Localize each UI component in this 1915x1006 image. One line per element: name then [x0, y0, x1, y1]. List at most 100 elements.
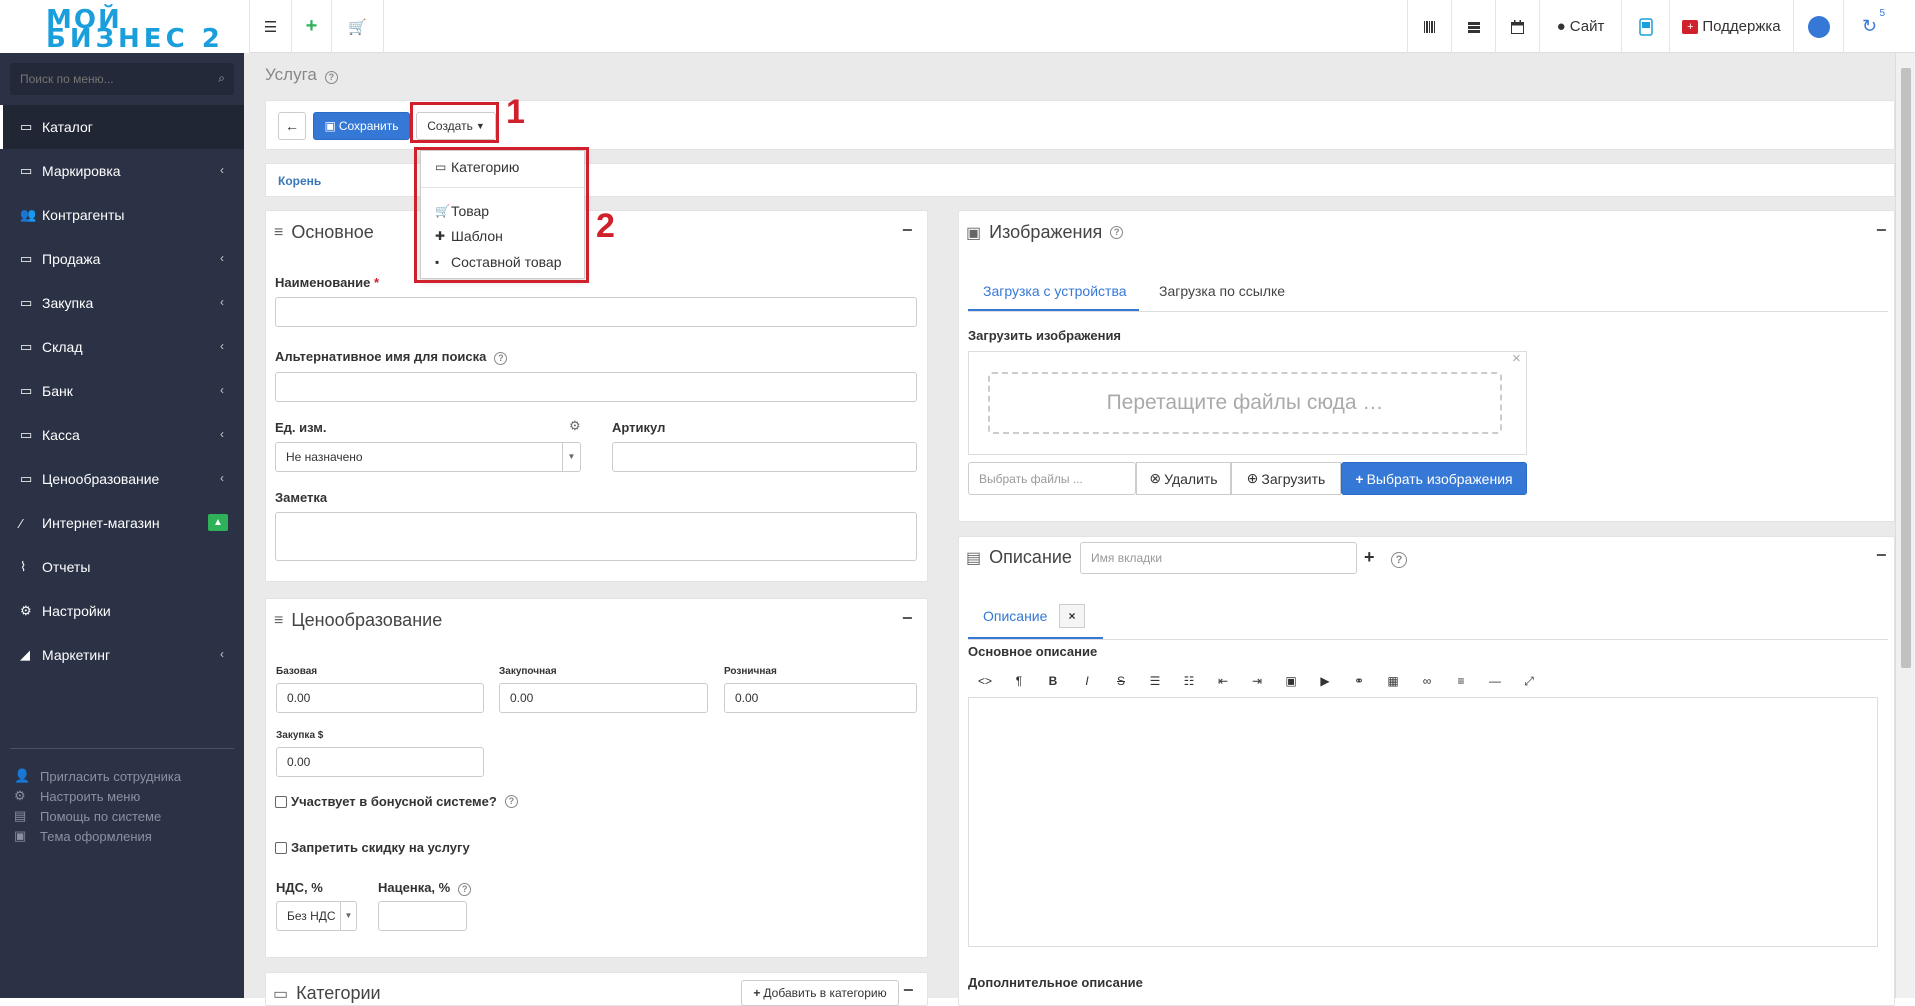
calendar-icon[interactable] [1495, 0, 1539, 53]
sidebar-search[interactable]: ⌕ [10, 63, 234, 95]
sidebar-item-purchase[interactable]: ▭ Закупка ‹ [0, 281, 244, 325]
add-to-category-button[interactable]: + Добавить в категорию [741, 980, 899, 1006]
base-price-input[interactable]: 0.00 [276, 683, 484, 713]
indent-icon[interactable]: ⇥ [1240, 674, 1274, 688]
configure-menu-link[interactable]: ⚙ Настроить меню [14, 786, 181, 806]
cart-icon[interactable]: 🛒 [332, 0, 384, 53]
sidebar-item-cash[interactable]: ▭ Касса ‹ [0, 413, 244, 457]
add-tab-icon[interactable]: + [1364, 547, 1375, 568]
markup-input[interactable] [378, 901, 467, 931]
scrollbar-thumb[interactable] [1901, 68, 1911, 668]
bonus-checkbox-row[interactable]: Участвует в бонусной системе?? [275, 794, 518, 809]
purchase-usd-input[interactable]: 0.00 [276, 747, 484, 777]
breadcrumb-root[interactable]: Корень [278, 174, 321, 188]
strikethrough-icon[interactable]: S [1104, 674, 1138, 688]
sidebar-item-bank[interactable]: ▭ Банк ‹ [0, 369, 244, 413]
horizontal-rule-icon[interactable]: — [1478, 674, 1512, 688]
site-link[interactable]: ● Сайт [1539, 0, 1621, 53]
sidebar-item-warehouse[interactable]: ▭ Склад ‹ [0, 325, 244, 369]
retail-price-input[interactable]: 0.00 [724, 683, 917, 713]
collapse-icon[interactable]: − [1876, 545, 1887, 566]
collapse-icon[interactable]: − [903, 980, 914, 1001]
sidebar-search-input[interactable] [10, 63, 234, 95]
fullscreen-icon[interactable]: ⤢ [1512, 674, 1546, 689]
insert-image-icon[interactable]: ▣ [1274, 674, 1308, 688]
tab-upload-device[interactable]: Загрузка с устройства [983, 283, 1127, 299]
alt-name-input[interactable] [275, 372, 917, 402]
server-icon[interactable] [1451, 0, 1495, 53]
sidebar-item-sales[interactable]: ▭ Продажа ‹ [0, 237, 244, 281]
notifications-button[interactable]: ↻ 5 [1843, 0, 1895, 53]
sidebar-item-marking[interactable]: ▭ Маркировка ‹ [0, 149, 244, 193]
sidebar-item-contractors[interactable]: 👥 Контрагенты [0, 193, 244, 237]
tab-upload-link[interactable]: Загрузка по ссылке [1159, 283, 1285, 299]
help-icon[interactable]: ? [504, 795, 518, 808]
back-button[interactable]: ← [278, 112, 306, 140]
upload-button[interactable]: ⊕ Загрузить [1231, 462, 1341, 495]
paragraph-icon[interactable]: ¶ [1002, 674, 1036, 688]
sidebar-item-pricing[interactable]: ▭ Ценообразование ‹ [0, 457, 244, 501]
user-icon [1807, 15, 1830, 38]
sidebar-item-eshop[interactable]: ⁄ Интернет-магазин ▲ [0, 501, 244, 545]
invite-employee-link[interactable]: 👤 Пригласить сотрудника [14, 766, 181, 786]
choose-images-button[interactable]: + Выбрать изображения [1341, 462, 1527, 495]
sidebar-item-label: Маркировка [42, 163, 121, 179]
barcode-icon[interactable] [1407, 0, 1451, 53]
help-icon[interactable]: ? [1110, 226, 1124, 239]
theme-link[interactable]: ▣ Тема оформления [14, 826, 181, 846]
choose-files-input[interactable]: Выбрать файлы ... [968, 462, 1136, 495]
align-icon[interactable]: ≡ [1444, 674, 1478, 688]
delete-button[interactable]: ⊗ Удалить [1136, 462, 1231, 495]
collapse-icon[interactable]: − [1876, 220, 1887, 241]
insert-video-icon[interactable]: ▶ [1308, 674, 1342, 688]
plus-icon[interactable]: + [292, 0, 332, 53]
help-icon[interactable]: ? [324, 71, 338, 84]
note-textarea[interactable] [275, 512, 917, 561]
hamburger-icon[interactable]: ☰ [250, 0, 292, 53]
numbered-list-icon[interactable]: ☷ [1172, 674, 1206, 688]
support-link[interactable]: + Поддержка [1669, 0, 1793, 53]
user-avatar[interactable] [1793, 0, 1843, 53]
unit-select[interactable]: Не назначено ▼ [275, 442, 581, 472]
bold-icon[interactable]: B [1036, 674, 1070, 688]
vat-select[interactable]: Без НДС ▼ [276, 901, 357, 931]
logo[interactable]: МОЙ БИЗНЕС 2 [0, 0, 250, 54]
code-view-icon[interactable]: <> [968, 674, 1002, 688]
tab-name-input[interactable]: Имя вкладки [1080, 542, 1357, 574]
name-input[interactable] [275, 297, 917, 327]
collapse-icon[interactable]: − [902, 220, 913, 241]
no-discount-checkbox-row[interactable]: Запретить скидку на услугу [275, 840, 470, 855]
save-button[interactable]: ▣ Сохранить [313, 112, 410, 140]
tab-description[interactable]: Описание [983, 608, 1047, 624]
no-discount-checkbox[interactable] [275, 841, 287, 854]
help-icon[interactable]: ? [494, 352, 508, 365]
description-editor[interactable] [968, 697, 1878, 947]
bonus-checkbox[interactable] [275, 795, 287, 808]
sidebar-item-settings[interactable]: ⚙ Настройки [0, 589, 244, 633]
file-dropzone[interactable]: Перетащите файлы сюда … [988, 372, 1502, 434]
close-icon[interactable]: × [1512, 350, 1521, 367]
sidebar-item-marketing[interactable]: ◢ Маркетинг ‹ [0, 633, 244, 677]
sidebar-item-catalog[interactable]: ▭ Каталог [0, 105, 244, 149]
annotation-box-2 [414, 147, 589, 283]
folder-icon: ▭ [20, 427, 33, 442]
sidebar-item-label: Настройки [42, 603, 111, 619]
bullet-list-icon[interactable]: ☰ [1138, 674, 1172, 688]
gear-icon[interactable]: ⚙ [569, 418, 581, 434]
help-icon[interactable]: ? [458, 883, 472, 896]
app-icon[interactable] [1621, 0, 1669, 53]
outdent-icon[interactable]: ⇤ [1206, 674, 1240, 688]
collapse-icon[interactable]: − [902, 608, 913, 629]
italic-icon[interactable]: I [1070, 674, 1104, 688]
close-tab-icon[interactable]: × [1059, 604, 1085, 628]
purchase-price-input[interactable]: 0.00 [499, 683, 708, 713]
page-scrollbar[interactable] [1895, 53, 1915, 998]
insert-link-icon[interactable]: ⚭ [1342, 674, 1376, 688]
markup-label-text: Наценка, % [378, 880, 451, 895]
sidebar-item-reports[interactable]: ⌇ Отчеты [0, 545, 244, 589]
sku-input[interactable] [612, 442, 917, 472]
insert-table-icon[interactable]: ▦ [1376, 674, 1410, 688]
help-link[interactable]: ▤ Помощь по системе [14, 806, 181, 826]
help-icon[interactable]: ? [1391, 550, 1407, 568]
unlink-icon[interactable]: ∞ [1410, 674, 1444, 688]
